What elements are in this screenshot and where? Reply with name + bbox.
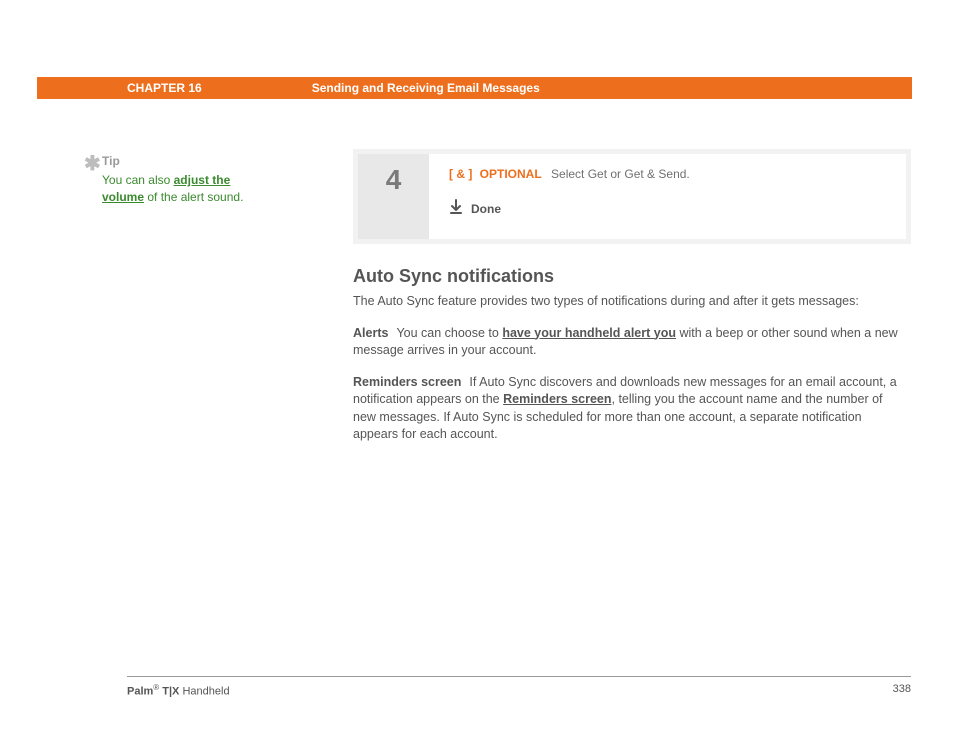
alerts-paragraph: Alerts You can choose to have your handhe… (353, 325, 901, 360)
section-heading: Auto Sync notifications (353, 266, 901, 287)
footer: Palm® T|X Handheld 338 (127, 683, 911, 698)
tip-text: You can also adjust the volume of the al… (102, 172, 267, 206)
link-have-handheld-alert[interactable]: have your handheld alert you (502, 326, 676, 340)
optional-label: OPTIONAL (480, 167, 542, 181)
step-box: 4 [ & ] OPTIONAL Select Get or Get & Sen… (353, 149, 911, 244)
footer-rule (127, 676, 911, 677)
footer-brand-b: T|X (159, 686, 179, 698)
chapter-header: CHAPTER 16 Sending and Receiving Email M… (37, 77, 912, 99)
alerts-before: You can choose to (396, 326, 502, 340)
step-number: 4 (358, 154, 429, 239)
chapter-number: CHAPTER 16 (127, 81, 202, 95)
optional-prefix: [ & ] (449, 167, 472, 181)
body-content: Auto Sync notifications The Auto Sync fe… (353, 266, 901, 458)
tip-label: Tip (102, 153, 267, 170)
reminders-label: Reminders screen (353, 375, 461, 389)
footer-brand-suffix: Handheld (179, 686, 229, 698)
link-reminders-screen[interactable]: Reminders screen (503, 392, 611, 406)
tip-block: ✱ Tip You can also adjust the volume of … (102, 153, 267, 205)
step-content: [ & ] OPTIONAL Select Get or Get & Send.… (429, 154, 906, 239)
done-label: Done (471, 202, 501, 216)
reminders-paragraph: Reminders screenIf Auto Sync discovers a… (353, 374, 901, 444)
intro-paragraph: The Auto Sync feature provides two types… (353, 293, 901, 311)
done-row: Done (449, 199, 890, 218)
step-instruction: Select Get or Get & Send. (551, 167, 690, 181)
footer-brand-a: Palm (127, 686, 153, 698)
alerts-label: Alerts (353, 326, 388, 340)
done-arrow-icon (449, 199, 471, 218)
tip-text-after: of the alert sound. (144, 190, 243, 204)
asterisk-icon: ✱ (84, 150, 101, 178)
chapter-title: Sending and Receiving Email Messages (312, 81, 540, 95)
footer-product: Palm® T|X Handheld (127, 683, 230, 698)
tip-text-before: You can also (102, 173, 174, 187)
page-number: 338 (893, 683, 911, 698)
